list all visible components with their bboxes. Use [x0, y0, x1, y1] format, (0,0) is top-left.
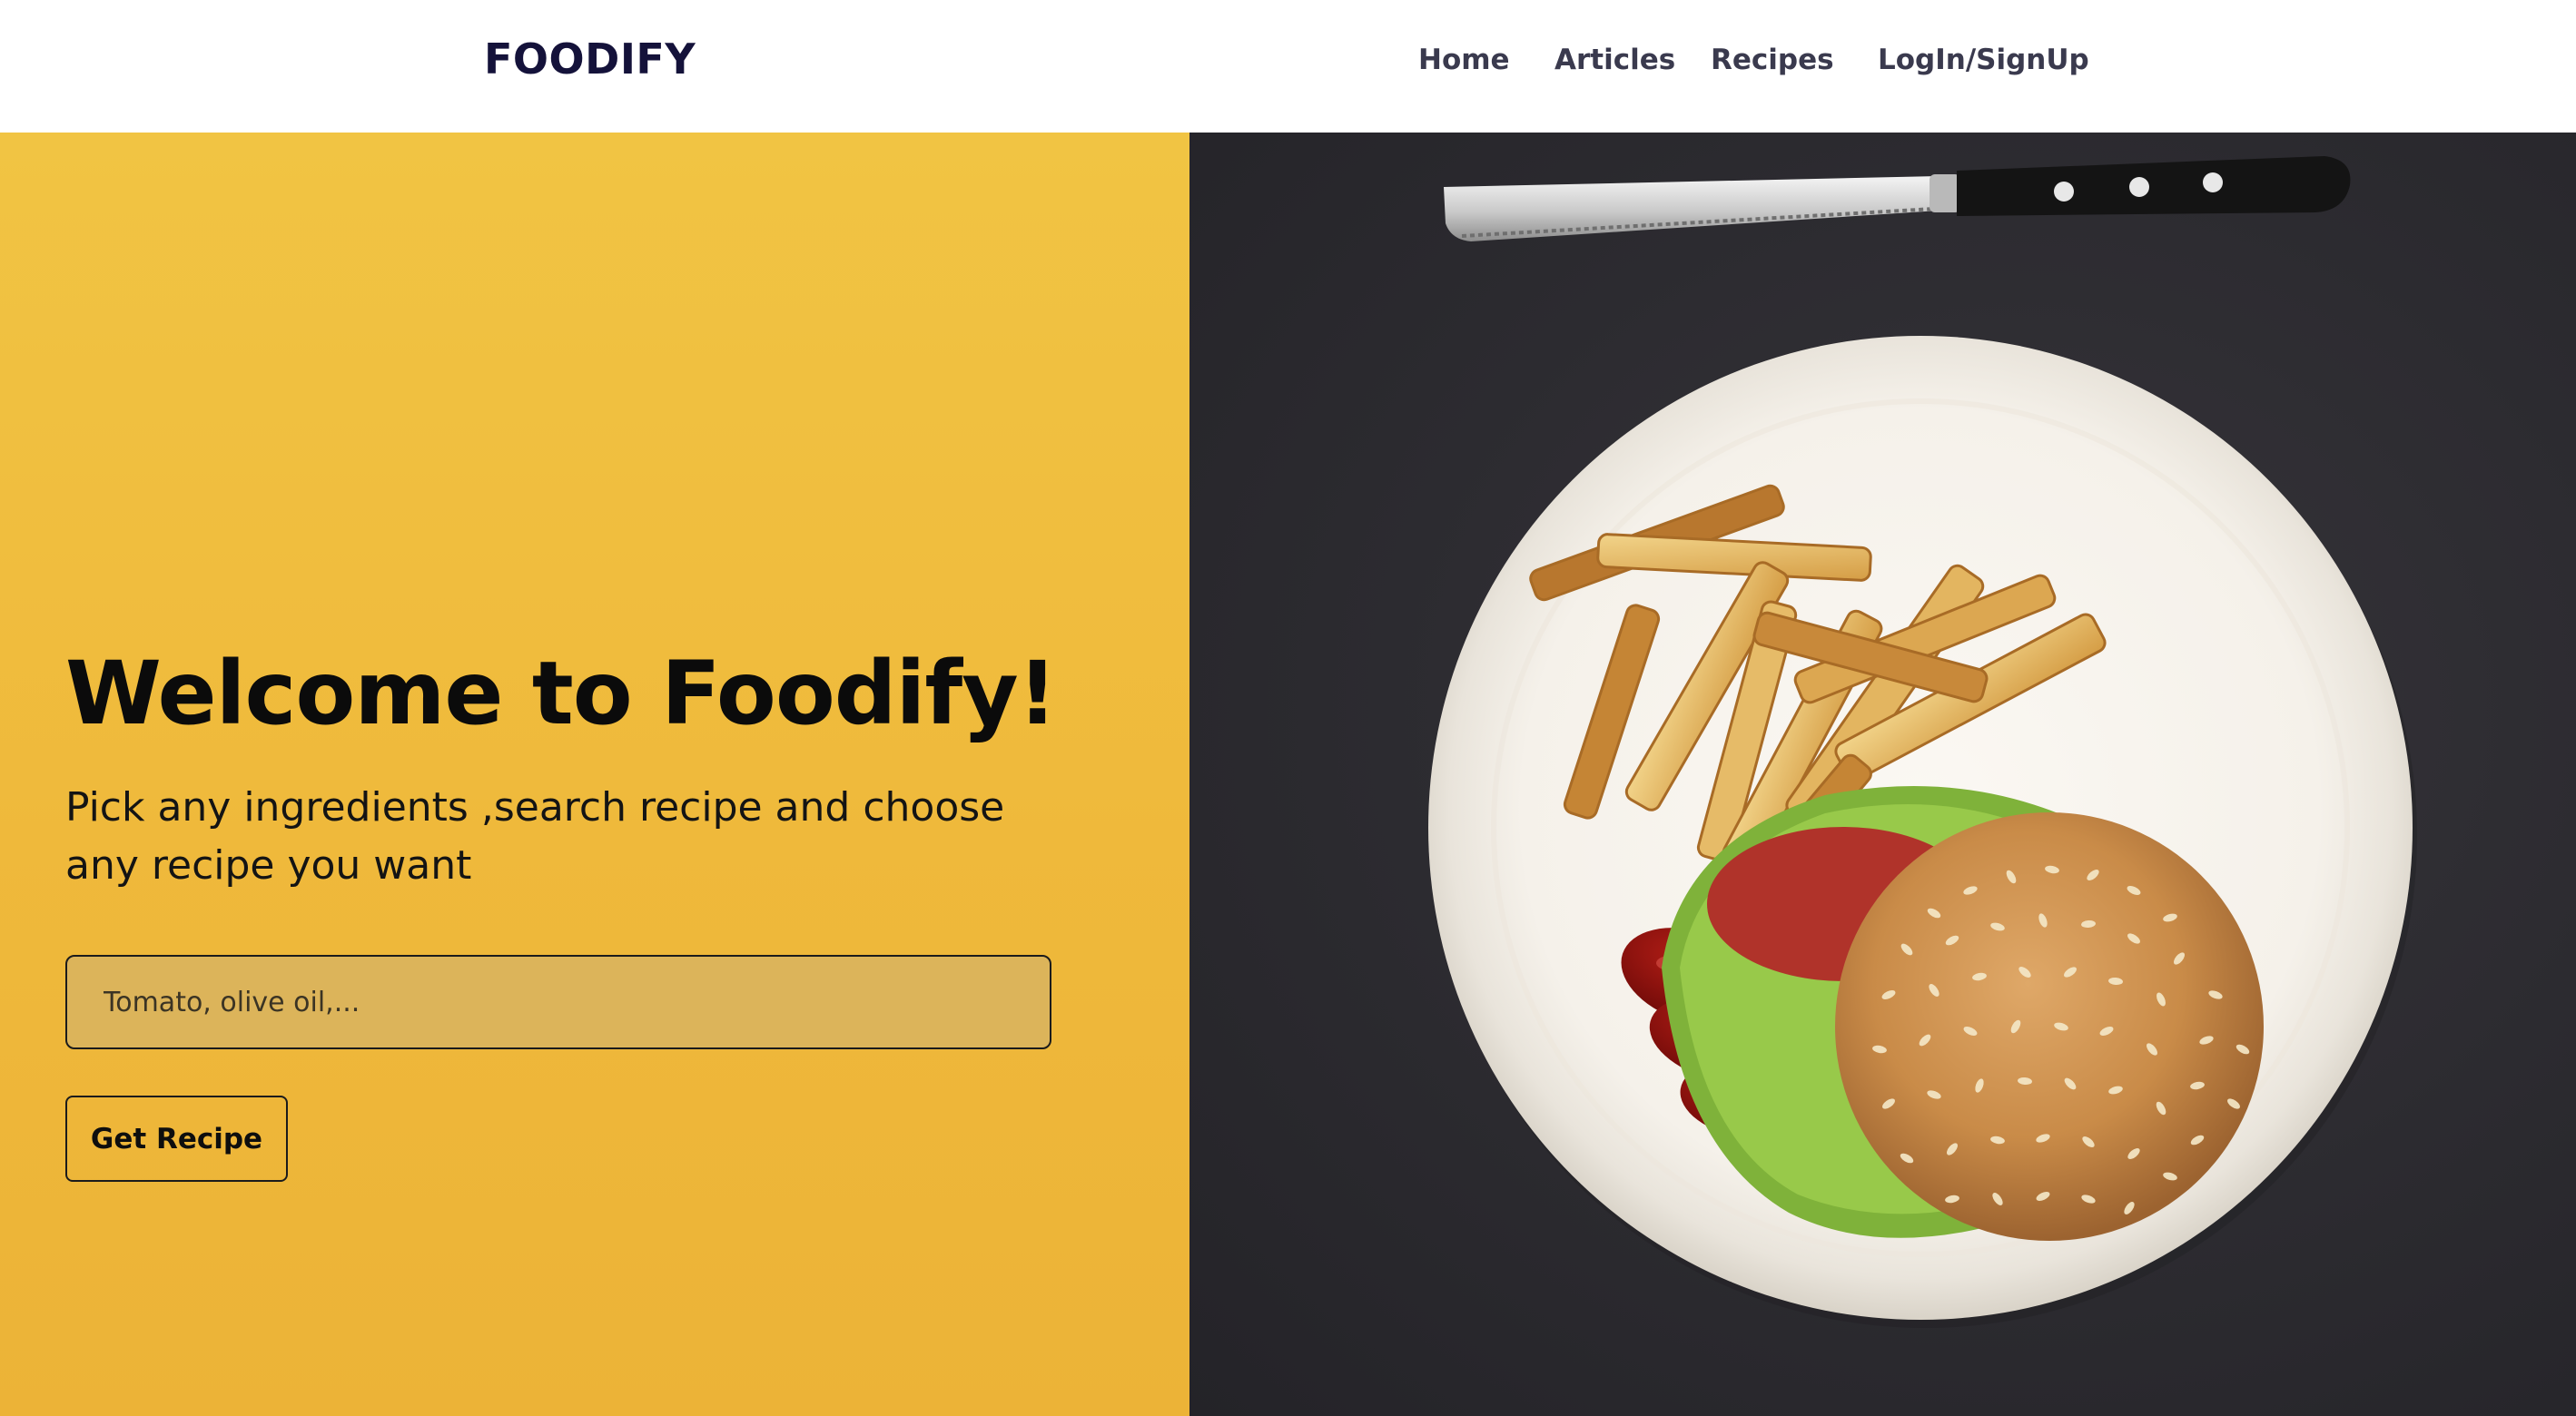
get-recipe-button[interactable]: Get Recipe: [65, 1096, 288, 1182]
hero-subtitle: Pick any ingredients ,search recipe and …: [65, 784, 1005, 889]
burger-icon: [1662, 786, 2264, 1241]
knife-icon: [1444, 156, 2351, 241]
ingredients-search-input[interactable]: [65, 955, 1051, 1049]
hero-title: Welcome to Foodify!: [65, 643, 1058, 744]
food-photo: [1428, 156, 2417, 1328]
navbar: FOODIFY Home Articles Recipes LogIn/Sign…: [0, 0, 2576, 133]
hero-panel: Welcome to Foodify! Pick any ingredients…: [0, 133, 1189, 1416]
nav-login-signup-link[interactable]: LogIn/SignUp: [1878, 44, 2089, 76]
nav-articles-link[interactable]: Articles: [1554, 44, 1675, 76]
hero-image-panel: [1189, 133, 2576, 1416]
nav-home-link[interactable]: Home: [1418, 44, 1510, 76]
nav-recipes-link[interactable]: Recipes: [1711, 44, 1834, 76]
brand-logo[interactable]: FOODIFY: [484, 34, 696, 84]
